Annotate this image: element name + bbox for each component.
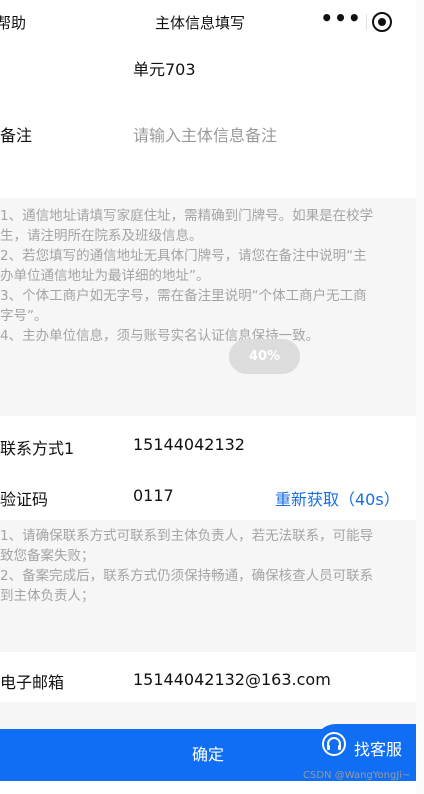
tip-line: 4、主办单位信息，须与账号实名认证信息保持一致。 <box>0 328 320 344</box>
more-dots-icon[interactable]: ••• <box>316 6 366 30</box>
code-label: 验证码 <box>0 490 49 509</box>
scroll-edge <box>416 0 424 794</box>
tip-line: 2、若您填写的通信地址无具体门牌号，请您在备注中说明“主 <box>0 248 367 264</box>
upload-progress-toast: 40% <box>229 339 300 374</box>
headset-icon <box>322 732 346 756</box>
address-tips-panel: 1、通信地址请填写家庭住址，需精确到门牌号。如果是在校学 生，请注明所在院系及班… <box>0 198 416 416</box>
email-label: 电子邮箱 <box>0 673 65 692</box>
customer-service-label: 找客服 <box>354 740 403 759</box>
address-tips-text: 1、通信地址请填写家庭住址，需精确到门牌号。如果是在校学 生，请注明所在院系及班… <box>0 206 410 346</box>
capsule-divider <box>366 14 367 30</box>
watermark: CSDN @WangYongJi~ <box>303 770 411 781</box>
email-input[interactable]: 15144042132@163.com <box>133 670 331 689</box>
address-value[interactable]: 单元703 <box>133 56 196 80</box>
contact-input[interactable]: 15144042132 <box>133 435 245 454</box>
tip-line: 办单位通信地址为最详细的地址”。 <box>0 268 210 284</box>
contact-label: 联系方式1 <box>0 439 75 458</box>
target-close-icon[interactable] <box>372 12 392 32</box>
code-input[interactable]: 0117 <box>133 486 174 505</box>
tip-line: 致您备案失败； <box>0 548 95 564</box>
remark-input[interactable]: 请输入主体信息备注 <box>133 122 277 146</box>
tip-line: 1、请确保联系方式可联系到主体负责人，若无法联系，可能导 <box>0 528 374 544</box>
contact-tips-panel: 1、请确保联系方式可联系到主体负责人，若无法联系，可能导 致您备案失败； 2、备… <box>0 520 416 652</box>
tip-line: 3、个体工商户如无字号，需在备注里说明“个体工商户无工商 <box>0 288 367 304</box>
nav-header: 帮助 主体信息填写 ••• <box>0 0 424 44</box>
customer-service-button[interactable]: 找客服 <box>314 724 416 768</box>
tip-line: 生，请注明所在院系及班级信息。 <box>0 228 203 244</box>
tip-line: 到主体负责人； <box>0 588 95 604</box>
contact-tips-text: 1、请确保联系方式可联系到主体负责人，若无法联系，可能导 致您备案失败； 2、备… <box>0 526 410 606</box>
remark-label: 备注 <box>0 126 33 145</box>
refetch-code-button[interactable]: 重新获取（40s） <box>275 486 400 510</box>
tip-line: 1、通信地址请填写家庭住址，需精确到门牌号。如果是在校学 <box>0 208 374 224</box>
mini-program-capsule: ••• <box>316 4 416 40</box>
tip-line: 字号”。 <box>0 308 48 324</box>
tip-line: 2、备案完成后，联系方式仍须保持畅通，确保核查人员可联系 <box>0 568 374 584</box>
